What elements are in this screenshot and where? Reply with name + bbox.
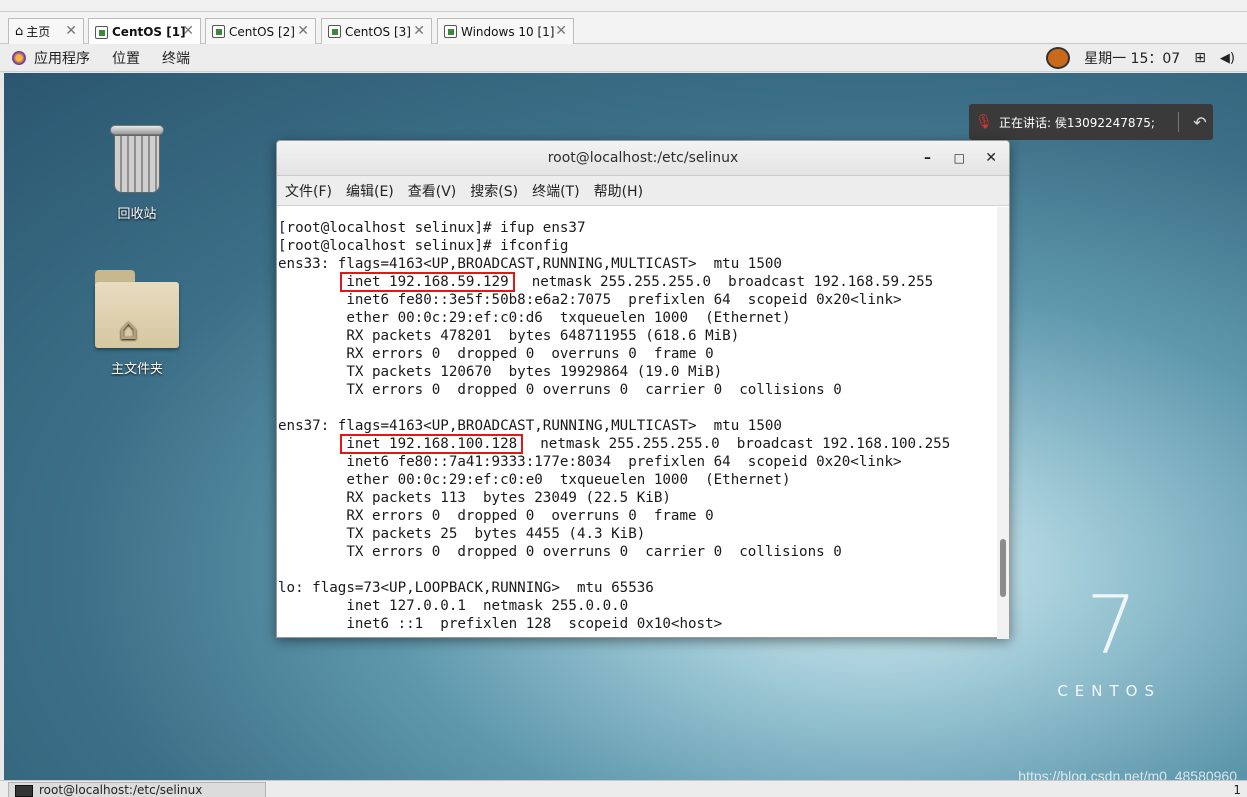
terminal-scrollbar[interactable]	[997, 207, 1009, 639]
tab-label: CentOS [1]	[112, 25, 186, 39]
line-suffix: netmask 255.255.255.0 broadcast 192.168.…	[523, 436, 951, 452]
maximize-button[interactable]: □	[954, 141, 965, 176]
trash-label: 回收站	[117, 207, 157, 222]
terminal-app-menu-label: 终端	[162, 50, 190, 67]
close-icon[interactable]: ✕	[65, 23, 77, 39]
vm-icon	[328, 25, 341, 38]
highlighted-ip: inet 192.168.59.129	[340, 272, 515, 292]
trash-icon	[108, 125, 166, 195]
terminal-line: TX errors 0 dropped 0 overruns 0 carrier…	[278, 544, 842, 560]
menu-edit[interactable]: 编辑(E)	[346, 181, 394, 201]
bottom-taskbar: root@localhost:/etc/selinux 1	[0, 780, 1247, 797]
terminal-line: TX packets 25 bytes 4455 (4.3 KiB)	[278, 526, 646, 542]
home-icon: ⌂	[15, 24, 24, 39]
terminal-line: ens33: flags=4163<UP,BROADCAST,RUNNING,M…	[278, 256, 782, 272]
vm-icon	[212, 25, 225, 38]
places-menu-label: 位置	[112, 50, 140, 67]
workspace-indicator[interactable]: 1	[1233, 783, 1241, 797]
tab-label: CentOS [3]	[345, 24, 411, 39]
taskbar-item-label: root@localhost:/etc/selinux	[39, 783, 203, 797]
close-icon[interactable]: ✕	[182, 23, 194, 39]
terminal-title: root@localhost:/etc/selinux	[547, 150, 739, 166]
clock[interactable]: 星期一 15：07	[1084, 48, 1180, 68]
microphone-muted-icon: 🎙	[975, 114, 993, 130]
centos-brand-word: CENTOS	[1057, 682, 1161, 700]
vmware-tools-icon[interactable]	[1046, 47, 1071, 69]
terminal-icon	[15, 785, 33, 797]
taskbar-terminal-item[interactable]: root@localhost:/etc/selinux	[8, 782, 266, 797]
tab-label: CentOS [2]	[229, 24, 295, 39]
applications-menu-label: 应用程序	[34, 50, 90, 67]
gnome-top-panel: 应用程序 位置 终端 星期一 15：07 ⊞ ◀)	[0, 44, 1247, 72]
terminal-menubar: 文件(F) 编辑(E) 查看(V) 搜索(S) 终端(T) 帮助(H)	[277, 176, 1009, 206]
menu-help[interactable]: 帮助(H)	[594, 181, 643, 201]
places-menu[interactable]: 位置	[112, 48, 140, 68]
tab-centos-3[interactable]: CentOS [3] ✕	[321, 18, 432, 44]
tab-label: Windows 10 [1]	[461, 24, 555, 39]
terminal-line: ether 00:0c:29:ef:c0:d6 txqueuelen 1000 …	[278, 310, 791, 326]
terminal-line: TX errors 0 dropped 0 overruns 0 carrier…	[278, 382, 842, 398]
terminal-app-menu[interactable]: 终端	[162, 48, 190, 68]
minimize-button[interactable]: –	[924, 141, 931, 176]
tab-windows-10[interactable]: Windows 10 [1] ✕	[437, 18, 574, 44]
menu-view[interactable]: 查看(V)	[408, 181, 457, 201]
tab-centos-2[interactable]: CentOS [2] ✕	[205, 18, 316, 44]
menu-file[interactable]: 文件(F)	[285, 181, 332, 201]
apps-icon	[12, 50, 26, 65]
terminal-line: [root@localhost selinux]# ifconfig	[278, 238, 569, 254]
terminal-output[interactable]: [root@localhost selinux]# ifup ens37 [ro…	[277, 207, 999, 639]
highlighted-ip: inet 192.168.100.128	[340, 434, 524, 454]
terminal-line: RX errors 0 dropped 0 overruns 0 frame 0	[278, 508, 714, 524]
terminal-titlebar[interactable]: root@localhost:/etc/selinux – □ ✕	[277, 141, 1009, 176]
terminal-line: ens37: flags=4163<UP,BROADCAST,RUNNING,M…	[278, 418, 782, 434]
terminal-line: [root@localhost selinux]# ifup ens37	[278, 220, 586, 236]
toolbar-strip	[0, 0, 1247, 12]
volume-icon[interactable]: ◀)	[1220, 51, 1235, 66]
terminal-line: inet6 fe80::7a41:9333:177e:8034 prefixle…	[278, 454, 902, 470]
terminal-line: RX errors 0 dropped 0 overruns 0 frame 0	[278, 346, 714, 362]
line-prefix	[278, 274, 346, 290]
tab-home[interactable]: ⌂ 主页 ✕	[8, 18, 84, 44]
terminal-line: RX packets 113 bytes 23049 (22.5 KiB)	[278, 490, 671, 506]
reply-icon[interactable]: ↶	[1187, 113, 1213, 132]
terminal-line-highlighted: inet 192.168.59.129 netmask 255.255.255.…	[278, 272, 999, 292]
centos-brand-number: 7	[1086, 579, 1137, 672]
close-icon[interactable]: ✕	[413, 23, 425, 39]
close-icon[interactable]: ✕	[555, 23, 567, 39]
terminal-line: inet6 ::1 prefixlen 128 scopeid 0x10<hos…	[278, 616, 723, 632]
line-prefix	[278, 436, 346, 452]
terminal-line: inet6 fe80::3e5f:50b8:e6a2:7075 prefixle…	[278, 292, 902, 308]
terminal-line: RX packets 478201 bytes 648711955 (618.6…	[278, 328, 740, 344]
vm-icon	[95, 25, 108, 39]
scrollbar-thumb[interactable]	[1000, 539, 1006, 597]
network-icon[interactable]: ⊞	[1194, 50, 1206, 66]
desktop-home-folder[interactable]: ⌂ 主文件夹	[92, 270, 182, 377]
terminal-line-highlighted: inet 192.168.100.128 netmask 255.255.255…	[278, 434, 999, 454]
line-suffix: netmask 255.255.255.0 broadcast 192.168.…	[514, 274, 934, 290]
close-icon[interactable]: ✕	[297, 23, 309, 39]
vm-icon	[444, 25, 457, 38]
divider	[1178, 112, 1179, 132]
terminal-line: inet 127.0.0.1 netmask 255.0.0.0	[278, 598, 629, 614]
folder-icon: ⌂	[95, 270, 179, 350]
speaking-notice: 🎙 正在讲话: 侯13092247875; ↶	[969, 104, 1213, 140]
close-button[interactable]: ✕	[985, 141, 997, 176]
terminal-window: root@localhost:/etc/selinux – □ ✕ 文件(F) …	[276, 140, 1010, 639]
speaking-text: 正在讲话: 侯13092247875;	[999, 115, 1155, 130]
desktop-trash[interactable]: 回收站	[92, 125, 182, 222]
tab-centos-1[interactable]: CentOS [1] ✕	[88, 18, 201, 45]
menu-search[interactable]: 搜索(S)	[470, 181, 518, 201]
applications-menu[interactable]: 应用程序	[0, 48, 90, 68]
tab-label: 主页	[26, 25, 51, 39]
terminal-line: ether 00:0c:29:ef:c0:e0 txqueuelen 1000 …	[278, 472, 791, 488]
terminal-line: TX packets 120670 bytes 19929864 (19.0 M…	[278, 364, 723, 380]
home-folder-label: 主文件夹	[110, 362, 163, 377]
vm-tab-bar: ⌂ 主页 ✕ CentOS [1] ✕ CentOS [2] ✕ CentOS …	[0, 12, 1247, 45]
menu-terminal[interactable]: 终端(T)	[532, 181, 579, 201]
terminal-line: lo: flags=73<UP,LOOPBACK,RUNNING> mtu 65…	[278, 580, 654, 596]
